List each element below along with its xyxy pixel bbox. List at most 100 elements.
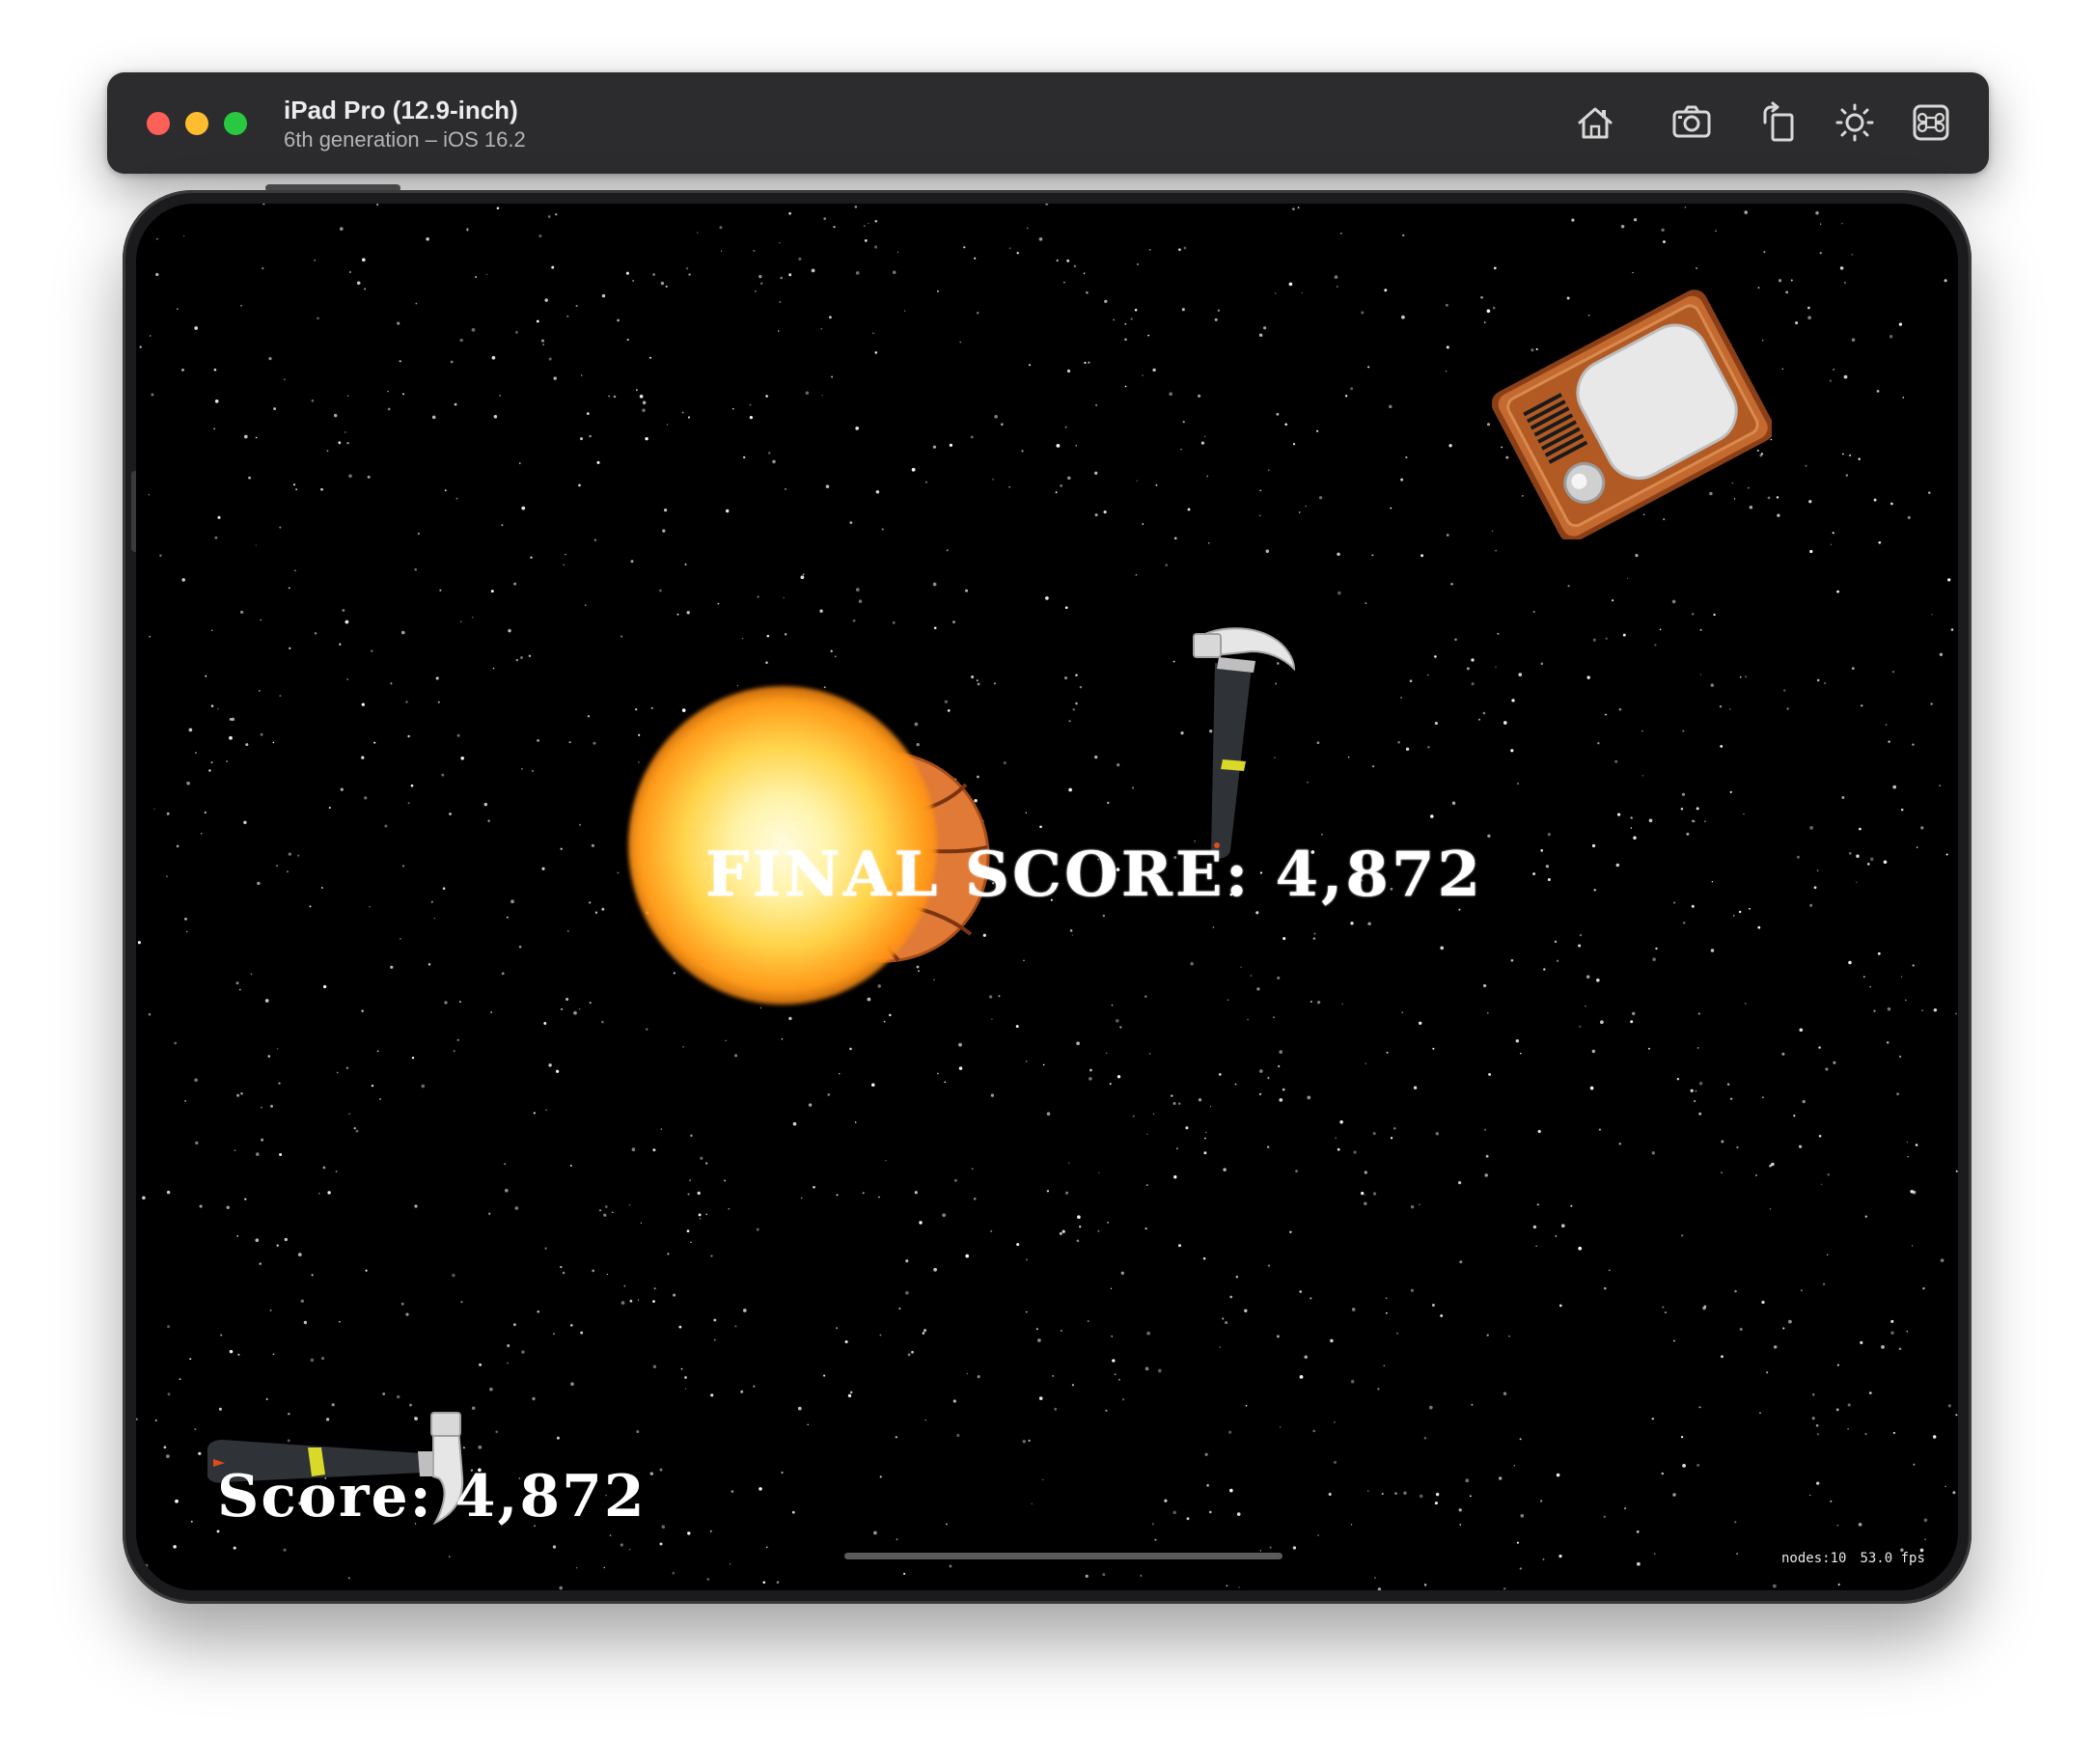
screenshot-button[interactable] xyxy=(1667,97,1717,148)
star xyxy=(885,1160,887,1162)
star xyxy=(964,589,969,593)
star xyxy=(226,1205,230,1210)
star xyxy=(1809,826,1813,830)
star xyxy=(914,1191,918,1195)
star xyxy=(924,1419,926,1421)
star xyxy=(936,289,939,292)
star xyxy=(346,395,349,397)
star xyxy=(287,870,289,873)
star xyxy=(369,905,371,908)
star xyxy=(1486,1334,1489,1337)
star xyxy=(1434,1502,1438,1505)
rotate-button[interactable] xyxy=(1753,97,1804,148)
star xyxy=(560,1265,563,1269)
star xyxy=(376,1050,379,1053)
star xyxy=(1736,1145,1739,1149)
star xyxy=(858,599,863,603)
star xyxy=(813,1186,815,1189)
star xyxy=(728,1207,731,1210)
game-screen[interactable]: FINAL SCORE: 4,872 Score: 4,872 nodes:10… xyxy=(136,204,1958,1590)
home-indicator[interactable] xyxy=(844,1553,1282,1559)
star xyxy=(148,1012,152,1016)
home-button[interactable] xyxy=(1570,97,1620,148)
star xyxy=(874,219,878,223)
star xyxy=(1204,1137,1206,1140)
star xyxy=(1704,820,1706,822)
star xyxy=(514,330,518,334)
star xyxy=(1898,322,1903,326)
star xyxy=(1631,1011,1636,1016)
star xyxy=(1113,318,1116,321)
star xyxy=(1911,1245,1914,1247)
star xyxy=(705,1213,708,1216)
minimize-window-button[interactable] xyxy=(185,112,208,135)
star xyxy=(1154,1538,1157,1541)
star xyxy=(598,1209,602,1212)
star xyxy=(1266,1145,1270,1148)
star xyxy=(922,1332,925,1335)
star xyxy=(1180,448,1182,451)
star xyxy=(821,394,823,397)
star xyxy=(1071,934,1074,936)
star xyxy=(635,389,638,392)
star xyxy=(1021,450,1024,453)
star xyxy=(338,441,342,445)
star xyxy=(1238,1586,1240,1588)
star xyxy=(1110,1287,1113,1289)
node-count: nodes:10 xyxy=(1781,1551,1847,1566)
star xyxy=(208,769,211,772)
star xyxy=(1641,775,1644,777)
star xyxy=(1075,702,1078,705)
star xyxy=(487,819,490,822)
appearance-button[interactable] xyxy=(1830,97,1880,148)
star xyxy=(553,1333,555,1336)
star xyxy=(460,1301,463,1304)
zoom-window-button[interactable] xyxy=(224,112,247,135)
star xyxy=(881,528,884,531)
star xyxy=(591,843,594,847)
star xyxy=(1071,1384,1074,1387)
star xyxy=(1955,1414,1958,1417)
star xyxy=(1338,591,1341,595)
close-window-button[interactable] xyxy=(147,112,170,135)
star xyxy=(175,1499,179,1503)
star xyxy=(710,1254,713,1257)
star xyxy=(345,620,349,624)
star xyxy=(831,375,834,378)
star xyxy=(1782,1327,1785,1330)
star xyxy=(1015,1025,1019,1029)
keyboard-button[interactable] xyxy=(1906,97,1956,148)
star xyxy=(1064,606,1068,610)
star xyxy=(217,707,219,710)
star xyxy=(288,852,291,856)
star xyxy=(1721,1140,1724,1144)
star xyxy=(1435,1132,1440,1136)
star xyxy=(1762,1096,1764,1099)
star xyxy=(974,257,977,260)
star xyxy=(1616,813,1621,816)
star xyxy=(1483,321,1486,323)
star xyxy=(1736,1553,1739,1556)
star xyxy=(1117,1075,1121,1079)
star xyxy=(333,413,338,418)
star xyxy=(310,1358,315,1363)
star xyxy=(1954,1012,1958,1015)
star xyxy=(1083,272,1086,275)
star xyxy=(184,1100,186,1102)
star xyxy=(1365,1062,1366,1064)
star xyxy=(605,1205,608,1208)
star xyxy=(990,1229,993,1232)
star xyxy=(603,1213,607,1217)
star xyxy=(261,1107,262,1109)
star xyxy=(1637,1561,1641,1566)
star xyxy=(652,1364,657,1369)
star xyxy=(521,768,523,770)
star xyxy=(1848,960,1852,965)
star xyxy=(149,636,151,638)
star xyxy=(1503,1392,1507,1395)
star xyxy=(260,732,263,736)
star xyxy=(1423,1584,1427,1586)
star xyxy=(676,613,679,616)
star xyxy=(229,735,233,740)
star xyxy=(1214,317,1218,321)
